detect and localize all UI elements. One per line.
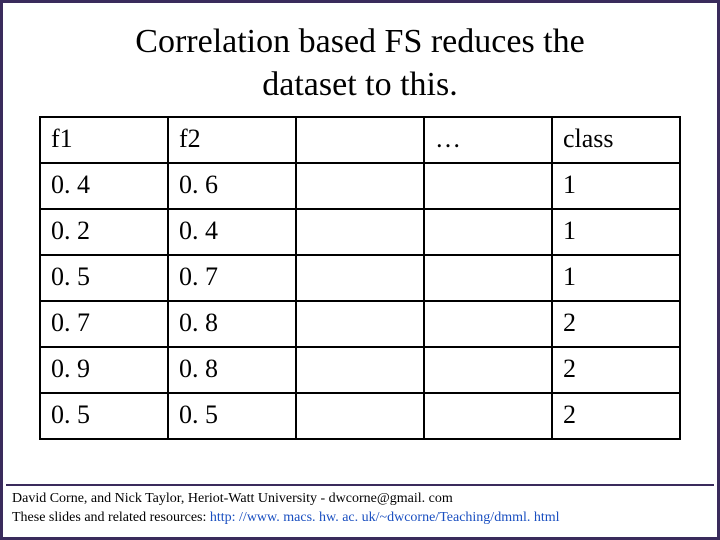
table-header-row: f1 f2 … class xyxy=(40,117,680,163)
cell: 0. 4 xyxy=(168,209,296,255)
table-row: 0. 9 0. 8 2 xyxy=(40,347,680,393)
cell xyxy=(296,209,424,255)
slide: Correlation based FS reduces the dataset… xyxy=(0,0,720,540)
col-header: class xyxy=(552,117,680,163)
title-line-1: Correlation based FS reduces the xyxy=(135,23,584,60)
cell: 0. 9 xyxy=(40,347,168,393)
cell xyxy=(424,163,552,209)
table-row: 0. 5 0. 5 2 xyxy=(40,393,680,439)
footer: David Corne, and Nick Taylor, Heriot-Wat… xyxy=(6,484,714,534)
cell: 2 xyxy=(552,347,680,393)
cell: 0. 5 xyxy=(40,255,168,301)
cell: 0. 6 xyxy=(168,163,296,209)
cell: 0. 7 xyxy=(168,255,296,301)
cell xyxy=(296,255,424,301)
data-table-wrap: f1 f2 … class 0. 4 0. 6 1 0. 2 0. 4 1 xyxy=(3,116,717,440)
cell: 0. 5 xyxy=(40,393,168,439)
cell xyxy=(296,393,424,439)
footer-line-1: David Corne, and Nick Taylor, Heriot-Wat… xyxy=(12,490,708,509)
table-row: 0. 5 0. 7 1 xyxy=(40,255,680,301)
cell: 0. 8 xyxy=(168,347,296,393)
table-row: 0. 2 0. 4 1 xyxy=(40,209,680,255)
col-header xyxy=(296,117,424,163)
table-row: 0. 4 0. 6 1 xyxy=(40,163,680,209)
cell xyxy=(296,301,424,347)
footer-line-2-prefix: These slides and related resources: xyxy=(12,510,210,525)
data-table: f1 f2 … class 0. 4 0. 6 1 0. 2 0. 4 1 xyxy=(39,116,681,440)
cell xyxy=(424,347,552,393)
col-header: … xyxy=(424,117,552,163)
cell: 0. 4 xyxy=(40,163,168,209)
cell xyxy=(296,163,424,209)
cell: 0. 8 xyxy=(168,301,296,347)
cell xyxy=(424,255,552,301)
cell: 0. 2 xyxy=(40,209,168,255)
cell xyxy=(424,209,552,255)
cell xyxy=(424,301,552,347)
cell: 0. 7 xyxy=(40,301,168,347)
title-line-2: dataset to this. xyxy=(262,66,457,103)
footer-link[interactable]: http: //www. macs. hw. ac. uk/~dwcorne/T… xyxy=(210,510,560,525)
page-title: Correlation based FS reduces the dataset… xyxy=(3,3,717,116)
cell: 2 xyxy=(552,301,680,347)
table-row: 0. 7 0. 8 2 xyxy=(40,301,680,347)
cell: 2 xyxy=(552,393,680,439)
footer-line-2: These slides and related resources: http… xyxy=(12,509,708,528)
cell: 0. 5 xyxy=(168,393,296,439)
cell: 1 xyxy=(552,209,680,255)
cell: 1 xyxy=(552,163,680,209)
col-header: f1 xyxy=(40,117,168,163)
cell: 1 xyxy=(552,255,680,301)
col-header: f2 xyxy=(168,117,296,163)
cell xyxy=(424,393,552,439)
cell xyxy=(296,347,424,393)
